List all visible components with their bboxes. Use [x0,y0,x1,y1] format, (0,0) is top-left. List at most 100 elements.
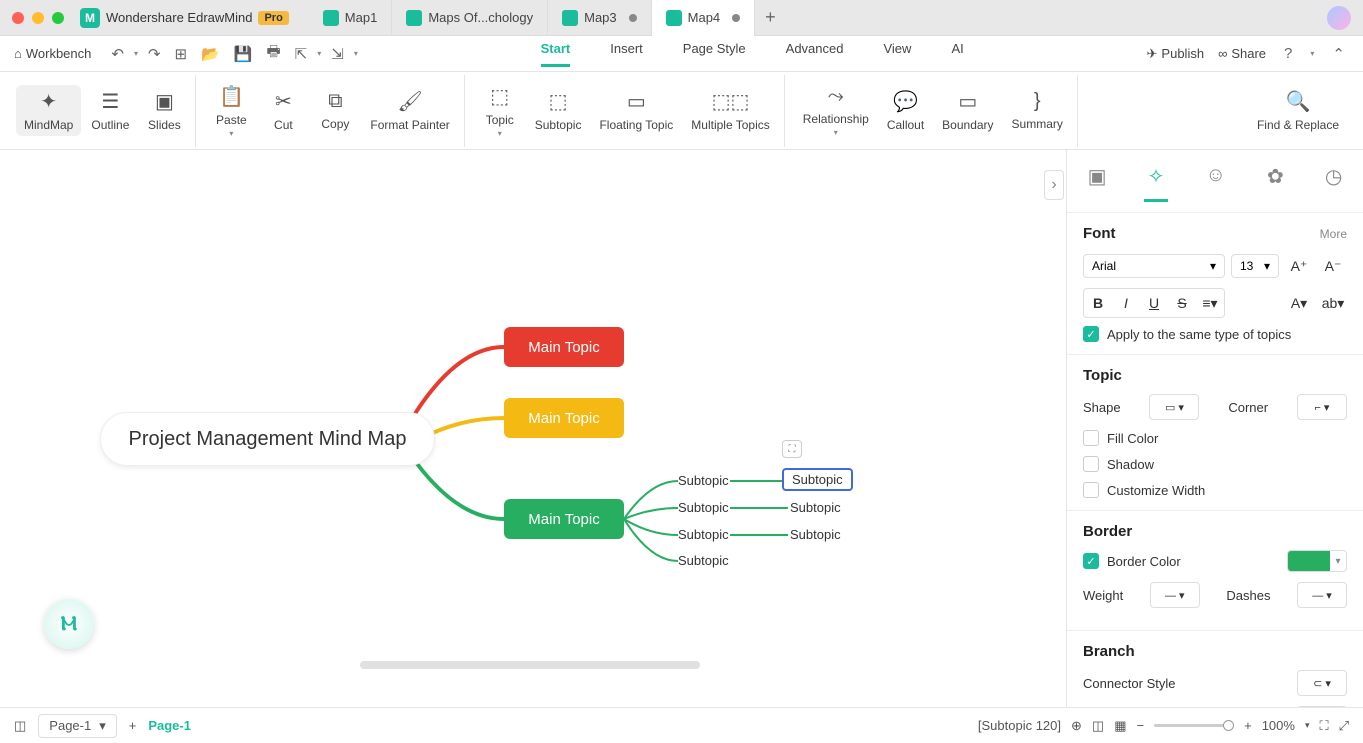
shape-select[interactable]: ▭ ▾ [1149,394,1199,420]
outline-view-button[interactable]: ☰Outline [83,85,137,136]
case-button[interactable]: ab▾ [1319,289,1347,317]
subtopic-button[interactable]: ⬚Subtopic [527,85,590,136]
italic-button[interactable]: I [1112,289,1140,317]
zoom-out-button[interactable]: − [1137,718,1145,733]
import-icon[interactable]: ⇲ [327,43,348,65]
tab-maps-of[interactable]: Maps Of...chology [392,0,548,36]
boundary-button[interactable]: ▭Boundary [934,85,1001,136]
subtopic-1[interactable]: Subtopic [678,473,729,488]
subsubtopic-2[interactable]: Subtopic [790,500,841,515]
status-icon-2[interactable]: ◫ [1092,718,1104,734]
menu-page-style[interactable]: Page Style [683,41,746,67]
multiple-topics-button[interactable]: ⬚⬚Multiple Topics [683,85,777,136]
panel-tab-style[interactable]: ✧ [1144,160,1169,202]
menu-advanced[interactable]: Advanced [786,41,844,67]
status-icon-1[interactable]: ⊕ [1071,718,1082,734]
redo-button[interactable]: ↷ [144,43,165,65]
zoom-in-button[interactable]: + [1244,718,1252,733]
subtopic-2[interactable]: Subtopic [678,500,729,515]
font-family-select[interactable]: Arial▾ [1083,254,1225,278]
menu-start[interactable]: Start [541,41,571,67]
horizontal-scrollbar[interactable] [360,661,700,669]
expand-icon[interactable]: ⛶ [782,440,802,458]
custom-width-checkbox[interactable]: Customize Width [1083,482,1347,498]
corner-select[interactable]: ⌐ ▾ [1297,394,1347,420]
main-topic-2[interactable]: Main Topic [504,398,624,438]
zoom-value[interactable]: 100% [1262,718,1295,733]
align-button[interactable]: ≡▾ [1196,289,1224,317]
cut-button[interactable]: ✂Cut [258,85,308,136]
slides-view-button[interactable]: ▣Slides [139,85,189,136]
font-size-select[interactable]: 13▾ [1231,254,1279,278]
subtopic-3[interactable]: Subtopic [678,527,729,542]
bold-button[interactable]: B [1084,289,1112,317]
font-color-button[interactable]: A▾ [1285,289,1313,317]
tab-map1[interactable]: Map1 [309,0,393,36]
zoom-slider[interactable] [1154,724,1234,727]
fill-color-checkbox[interactable]: Fill Color [1083,430,1347,446]
fit-screen-icon[interactable]: ⛶ [1319,718,1328,734]
callout-button[interactable]: 💬Callout [879,85,932,136]
panel-tab-history[interactable]: ◷ [1321,160,1346,202]
copy-button[interactable]: ⧉Copy [310,86,360,135]
increase-font-button[interactable]: A⁺ [1285,252,1313,280]
panel-tab-clipart[interactable]: ✿ [1263,160,1288,202]
menu-insert[interactable]: Insert [610,41,643,67]
subsubtopic-3[interactable]: Subtopic [790,527,841,542]
tab-map4[interactable]: Map4 [652,0,756,36]
strike-button[interactable]: S [1168,289,1196,317]
undo-button[interactable]: ↶ [107,43,128,65]
panel-tab-icon[interactable]: ☺ [1201,160,1229,202]
page-selector[interactable]: Page-1▾ [38,714,116,738]
fullscreen-icon[interactable]: ⤢ [1339,718,1349,734]
apply-same-type-checkbox[interactable]: ✓ Apply to the same type of topics [1083,326,1347,342]
menu-view[interactable]: View [883,41,911,67]
central-topic[interactable]: Project Management Mind Map [100,412,435,466]
dashes-select[interactable]: — ▾ [1297,582,1347,608]
font-more[interactable]: More [1320,227,1347,241]
export-icon[interactable]: ⇱ [291,43,312,65]
summary-button[interactable]: }Summary [1004,86,1071,135]
share-button[interactable]: ∞Share [1218,46,1266,61]
find-replace-button[interactable]: 🔍Find & Replace [1249,85,1347,136]
new-tab-button[interactable]: + [755,0,786,36]
tab-map3[interactable]: Map3 [548,0,652,36]
menu-ai[interactable]: AI [951,41,963,67]
paste-button[interactable]: 📋Paste▾ [206,80,256,142]
close-window[interactable] [12,12,24,24]
floating-topic-button[interactable]: ▭Floating Topic [591,85,681,136]
minimize-window[interactable] [32,12,44,24]
publish-button[interactable]: ✈Publish [1147,46,1205,62]
shadow-checkbox[interactable]: Shadow [1083,456,1347,472]
format-painter-button[interactable]: 🖌Format Painter [362,85,457,136]
print-icon[interactable]: 🖶 [263,39,285,68]
topic-button[interactable]: ⬚Topic▾ [475,80,525,142]
panel-tab-layout[interactable]: ▣ [1084,160,1111,202]
collapse-panel-button[interactable]: › [1044,170,1064,200]
weight-select[interactable]: — ▾ [1150,582,1200,608]
canvas[interactable]: Project Management Mind Map Main Topic M… [0,150,1066,707]
new-icon[interactable]: ⊞ [171,43,192,65]
border-color-swatch[interactable]: ▾ [1287,550,1347,572]
subtopic-4[interactable]: Subtopic [678,553,729,568]
save-icon[interactable]: 💾 [230,43,257,65]
subsubtopic-1-selected[interactable]: Subtopic [782,468,853,491]
underline-button[interactable]: U [1140,289,1168,317]
open-icon[interactable]: 📂 [197,43,224,65]
ai-assistant-button[interactable]: Ⲙ [44,599,94,649]
page-tab[interactable]: Page-1 [148,718,191,733]
help-icon[interactable]: ? [1280,43,1296,64]
user-avatar[interactable] [1327,6,1351,30]
main-topic-1[interactable]: Main Topic [504,327,624,367]
border-color-checkbox[interactable]: ✓Border Color [1083,553,1181,569]
sidebar-toggle-icon[interactable]: ◫ [14,718,26,734]
maximize-window[interactable] [52,12,64,24]
main-topic-3[interactable]: Main Topic [504,499,624,539]
workbench-button[interactable]: ⌂Workbench [14,46,91,61]
add-page-button[interactable]: + [129,718,137,733]
decrease-font-button[interactable]: A⁻ [1319,252,1347,280]
mindmap-view-button[interactable]: ✦MindMap [16,85,81,136]
collapse-ribbon-icon[interactable]: ⌃ [1328,43,1349,65]
relationship-button[interactable]: ⤳Relationship▾ [795,81,877,141]
connector-select[interactable]: ⊂ ▾ [1297,670,1347,696]
